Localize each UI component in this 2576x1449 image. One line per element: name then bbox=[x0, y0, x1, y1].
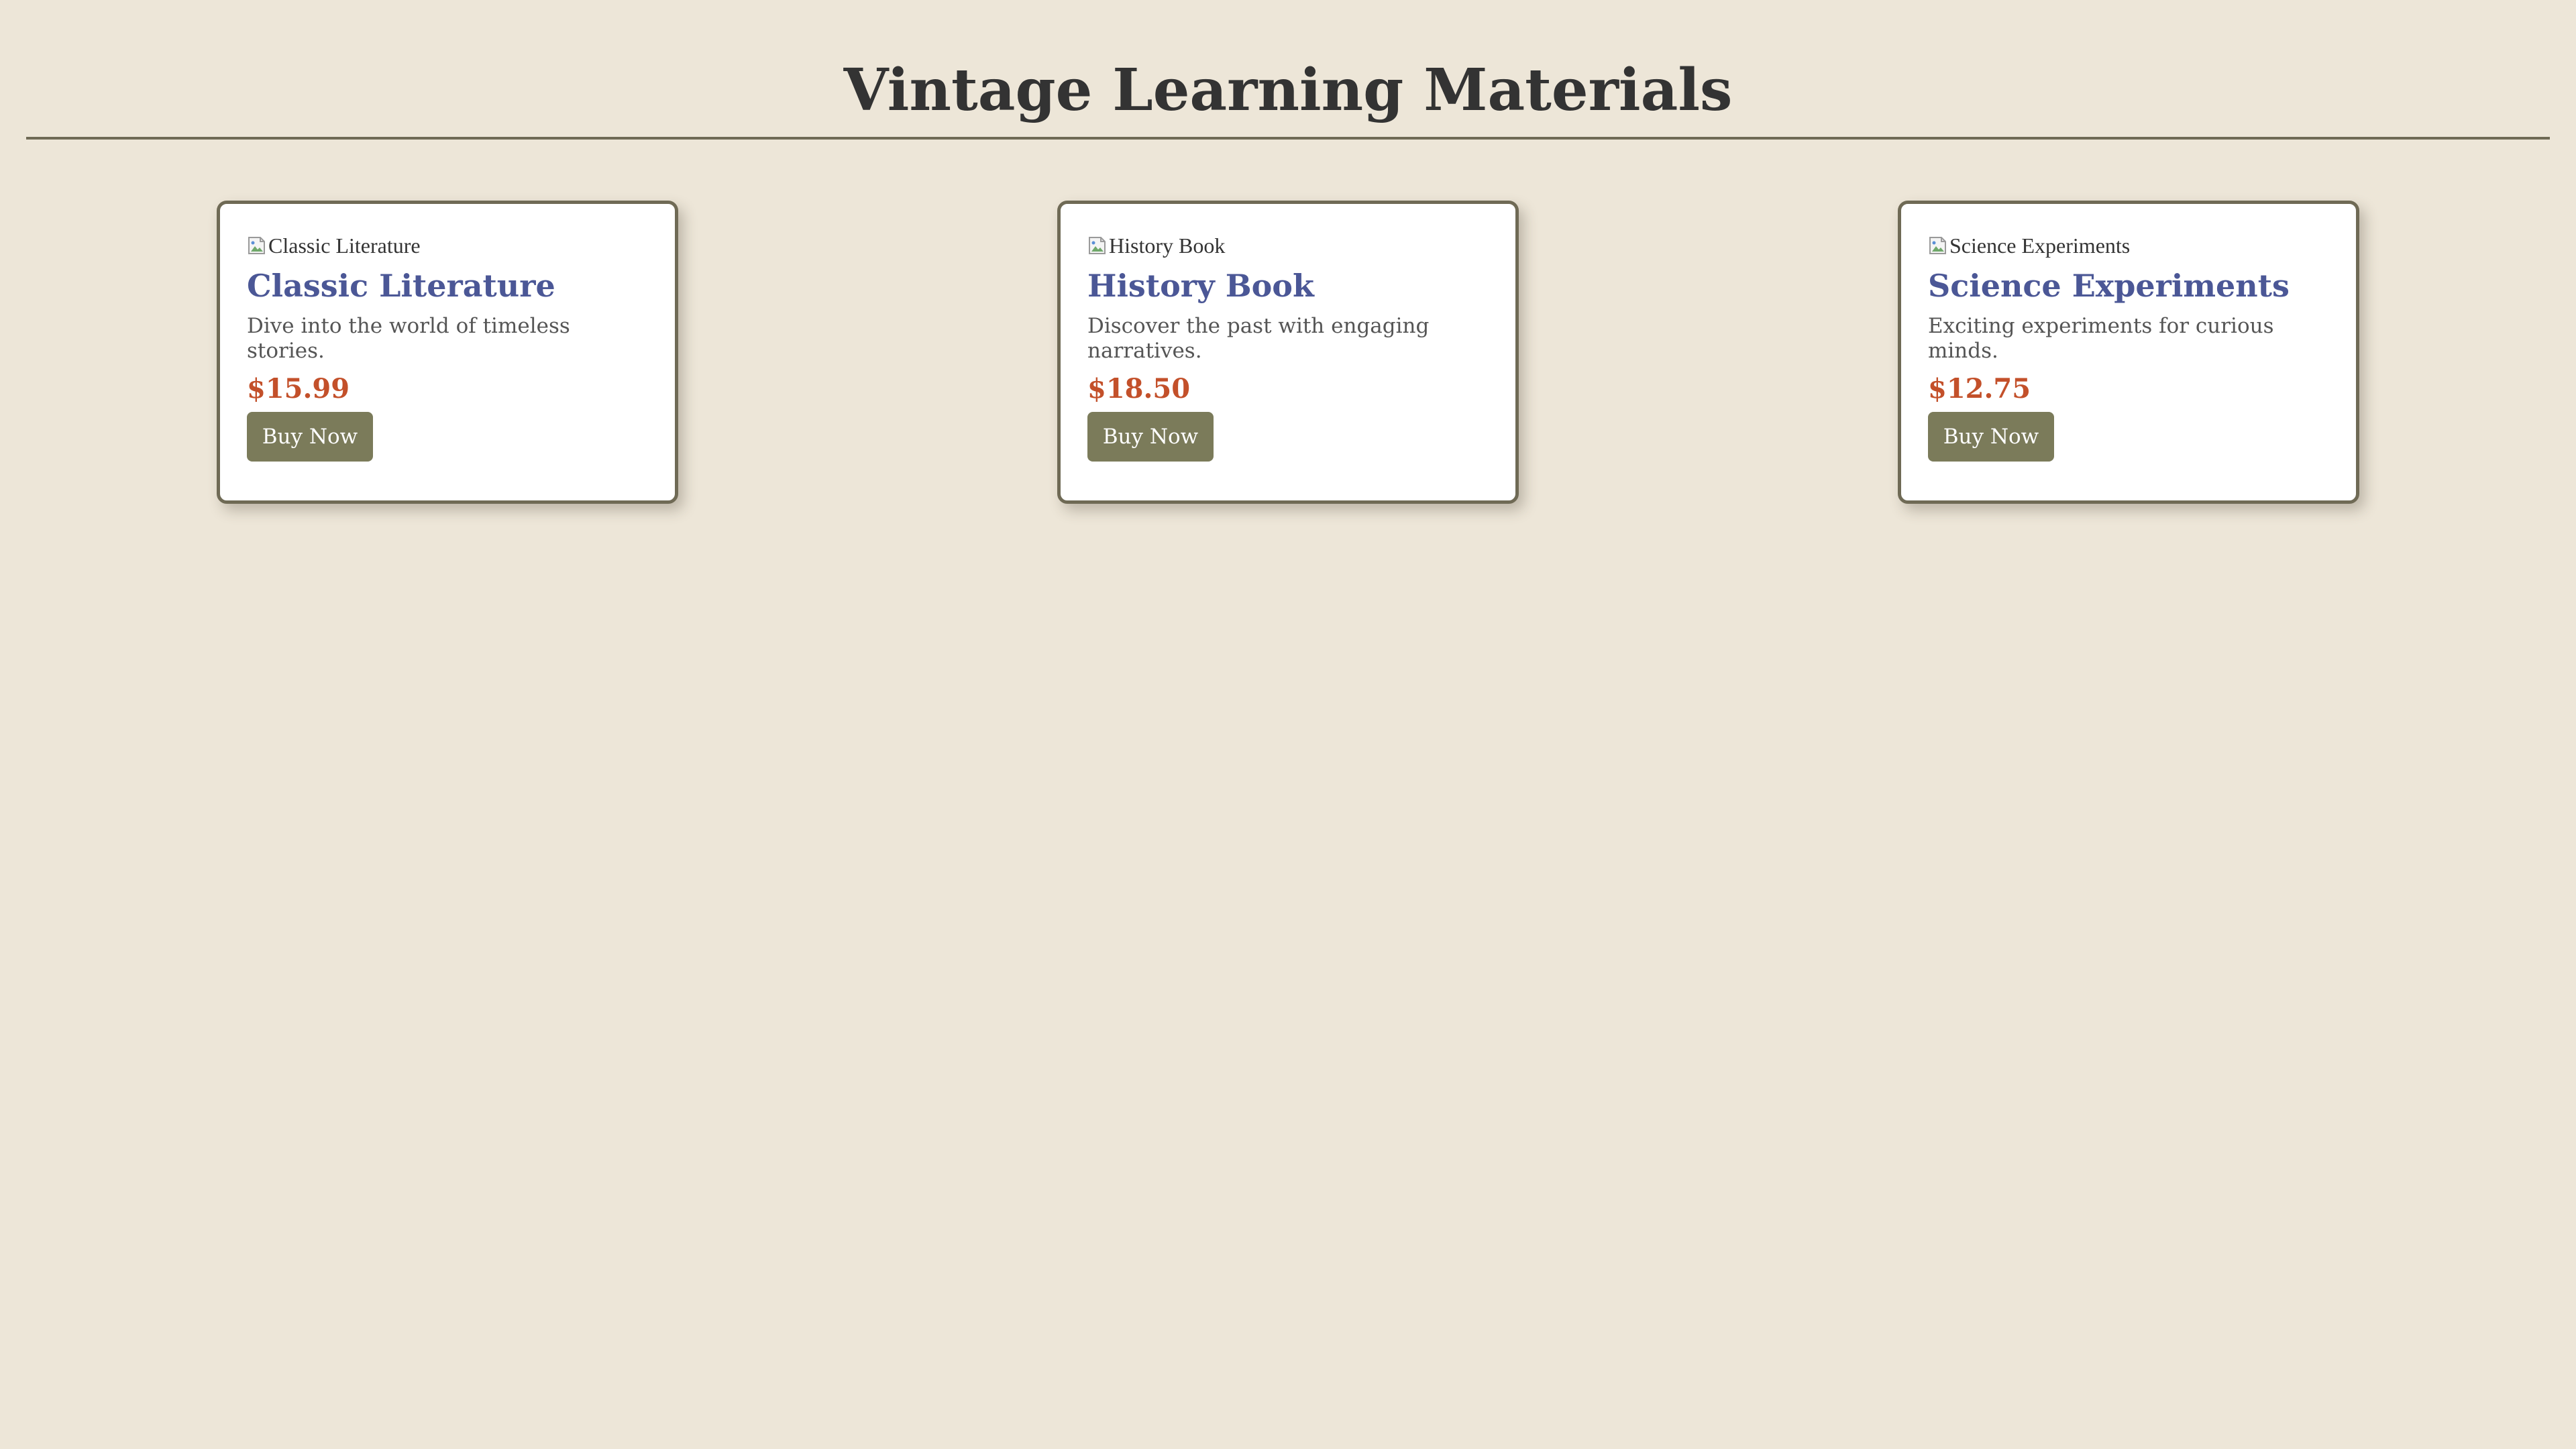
product-description: Exciting experiments for curious minds. bbox=[1928, 314, 2274, 363]
product-description: Dive into the world of timeless stories. bbox=[247, 314, 570, 363]
buy-now-button[interactable]: Buy Now bbox=[1087, 412, 1214, 462]
product-card-classic-literature: Classic Literature Classic Literature Di… bbox=[217, 201, 678, 504]
product-image-alt-text: Science Experiments bbox=[1949, 233, 2131, 258]
product-card-science-experiments: Science Experiments Science Experiments … bbox=[1898, 201, 2359, 504]
broken-image-icon bbox=[248, 237, 265, 254]
product-image: Classic Literature bbox=[247, 231, 648, 260]
product-title: History Book bbox=[1087, 268, 1314, 304]
page-header: Vintage Learning Materials bbox=[26, 0, 2550, 140]
buy-now-button[interactable]: Buy Now bbox=[247, 412, 373, 462]
broken-image-icon bbox=[1089, 237, 1106, 254]
broken-image-icon bbox=[1929, 237, 1946, 254]
product-image: History Book bbox=[1087, 231, 1489, 260]
product-description: Discover the past with engaging narrativ… bbox=[1087, 314, 1430, 363]
product-image: Science Experiments bbox=[1928, 231, 2329, 260]
product-card-history-book: History Book History Book Discover the p… bbox=[1057, 201, 1519, 504]
page-title: Vintage Learning Materials bbox=[843, 56, 1733, 124]
buy-now-button[interactable]: Buy Now bbox=[1928, 412, 2054, 462]
product-title: Classic Literature bbox=[247, 268, 555, 304]
product-price: $15.99 bbox=[247, 373, 350, 405]
product-image-alt-text: History Book bbox=[1109, 233, 1226, 258]
product-title: Science Experiments bbox=[1928, 268, 2290, 304]
product-image-alt-text: Classic Literature bbox=[268, 233, 421, 258]
product-price: $18.50 bbox=[1087, 373, 1191, 405]
product-price: $12.75 bbox=[1928, 373, 2031, 405]
